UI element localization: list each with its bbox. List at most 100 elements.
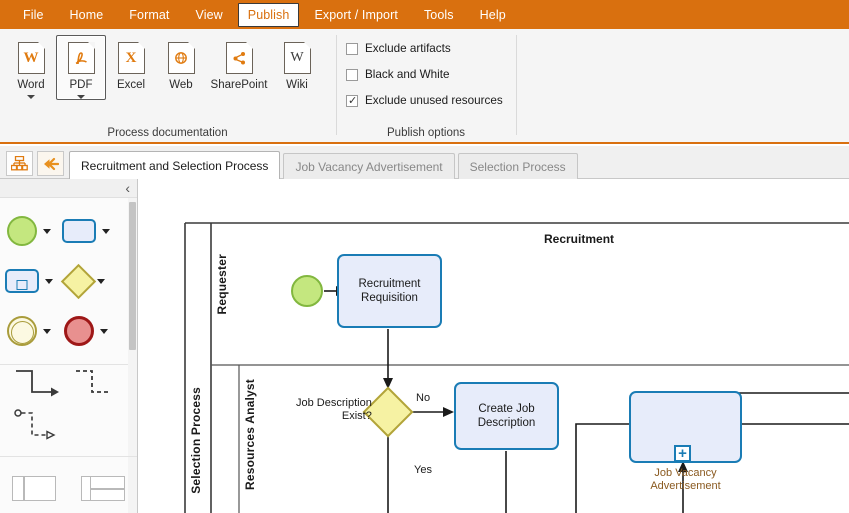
publish-wiki-label: Wiki — [286, 79, 308, 91]
message-flow-connector-icon — [14, 409, 56, 440]
palette-intermediate-event-shape[interactable] — [0, 306, 57, 356]
lane-label-requester: Requester — [215, 254, 229, 315]
palette-scrollbar[interactable] — [128, 198, 137, 513]
palette-section-connectors — [0, 365, 137, 457]
publish-wiki-button[interactable]: W Wiki — [272, 35, 322, 100]
pdf-document-icon — [67, 42, 95, 74]
publish-word-label: Word — [17, 79, 45, 91]
palette-start-event-shape[interactable] — [0, 206, 57, 256]
task-recruitment-requisition[interactable]: Recruitment Requisition — [337, 254, 442, 328]
word-dropdown-caret-icon[interactable] — [27, 95, 35, 99]
publish-excel-label: Excel — [116, 79, 146, 91]
palette-task-shape[interactable] — [57, 206, 114, 256]
palette-scrollbar-thumb[interactable] — [129, 202, 136, 350]
tab-recruitment-and-selection-process[interactable]: Recruitment and Selection Process — [69, 151, 281, 179]
task-recruitment-requisition-label: Recruitment Requisition — [358, 278, 421, 304]
subprocess-dropdown-caret-icon[interactable] — [44, 278, 53, 284]
lane-set-icon — [80, 475, 125, 501]
flow-label-yes: Yes — [414, 464, 432, 476]
checkbox-exclude-artifacts[interactable]: Exclude artifacts — [346, 42, 451, 55]
palette-section-shapes — [0, 198, 137, 365]
pdf-dropdown-caret-icon[interactable] — [77, 95, 85, 99]
checkbox-exclude-unused-resources[interactable]: Exclude unused resources — [346, 94, 503, 108]
task-create-job-description[interactable]: Create Job Description — [454, 382, 559, 450]
exclude-artifacts-checkbox-icon[interactable] — [346, 42, 358, 55]
back-navigation-button[interactable] — [37, 151, 64, 176]
intermediate-event-dropdown-caret-icon[interactable] — [42, 328, 51, 334]
end-event-dropdown-caret-icon[interactable] — [99, 328, 108, 334]
word-document-icon: W — [17, 42, 45, 74]
subprocess-job-vacancy-advertisement-label: Job Vacancy Advertisement — [650, 467, 721, 492]
subprocess-plus-glyph: + — [678, 445, 687, 462]
process-hierarchy-icon — [11, 156, 28, 171]
start-event-dropdown-caret-icon[interactable] — [42, 228, 51, 234]
menu-item-tools[interactable]: Tools — [411, 0, 467, 29]
palette-lane-set-shape[interactable] — [69, 465, 138, 511]
document-tab-bar: Recruitment and Selection Process Job Va… — [0, 146, 849, 179]
palette-association-flow[interactable] — [74, 369, 118, 410]
palette-sequence-flow[interactable] — [14, 369, 62, 410]
start-event-node[interactable] — [291, 275, 323, 307]
menu-item-view[interactable]: View — [182, 0, 235, 29]
wiki-document-icon: W — [283, 42, 311, 74]
checkbox-black-and-white[interactable]: Black and White — [346, 68, 449, 81]
lane-label-resources-analyst: Resources Analyst — [243, 379, 257, 491]
share-nodes-glyph-icon — [233, 51, 245, 64]
task-icon — [61, 219, 96, 243]
gateway-dropdown-caret-icon[interactable] — [97, 278, 105, 284]
subprocess-expand-plus-icon[interactable]: + — [674, 445, 691, 462]
palette-message-flow[interactable] — [14, 409, 66, 452]
process-hierarchy-button[interactable] — [6, 151, 33, 176]
exclude-artifacts-label: Exclude artifacts — [365, 42, 451, 55]
menu-item-help[interactable]: Help — [467, 0, 519, 29]
task-dropdown-caret-icon[interactable] — [101, 228, 110, 234]
menu-item-home[interactable]: Home — [57, 0, 117, 29]
exclude-unused-resources-checkbox-icon[interactable] — [346, 94, 358, 108]
diagram-canvas[interactable]: Recruitment Selection Process Requester … — [139, 179, 849, 513]
palette-shape-row-3 — [0, 306, 137, 356]
palette-gateway-shape[interactable] — [57, 256, 114, 306]
association-connector-icon — [76, 370, 108, 393]
start-event-icon — [6, 216, 37, 246]
back-arrow-icon — [43, 157, 59, 170]
ribbon-group-process-documentation: W Word PDF X Excel Web SharePoint W Wiki… — [0, 29, 335, 142]
publish-pdf-button[interactable]: PDF — [56, 35, 106, 100]
palette-subprocess-shape[interactable] — [0, 256, 57, 306]
palette-shape-row-1 — [0, 206, 137, 256]
menu-item-format[interactable]: Format — [116, 0, 182, 29]
globe-glyph-icon — [175, 52, 187, 64]
publish-pdf-label: PDF — [69, 79, 93, 91]
menu-item-file[interactable]: File — [10, 0, 57, 29]
tab-job-vacancy-advertisement[interactable]: Job Vacancy Advertisement — [283, 153, 455, 179]
collapse-palette-chevron-icon[interactable]: ‹ — [125, 181, 130, 195]
ribbon-toolbar: W Word PDF X Excel Web SharePoint W Wiki… — [0, 29, 849, 144]
tab-selection-process[interactable]: Selection Process — [457, 153, 578, 179]
pdf-glyph-icon — [75, 52, 87, 65]
flow-label-no: No — [416, 392, 431, 404]
palette-container-row — [0, 465, 137, 511]
menu-item-export-import[interactable]: Export / Import — [301, 0, 410, 29]
publish-options-group-label: Publish options — [387, 127, 465, 139]
application-window: File Home Format View Publish Export / I… — [0, 0, 849, 513]
pool-icon — [12, 475, 57, 501]
gateway-icon — [60, 263, 97, 299]
subprocess-icon — [4, 269, 39, 293]
publish-excel-button[interactable]: X Excel — [106, 35, 156, 100]
exclude-unused-resources-label: Exclude unused resources — [365, 94, 503, 107]
publish-web-button[interactable]: Web — [156, 35, 206, 100]
palette-end-event-shape[interactable] — [57, 306, 114, 356]
publish-sharepoint-label: SharePoint — [210, 79, 268, 91]
publish-word-button[interactable]: W Word — [6, 35, 56, 100]
intermediate-event-icon — [6, 316, 37, 346]
ribbon-group-separator-2 — [516, 35, 517, 135]
menu-item-publish[interactable]: Publish — [237, 3, 300, 27]
ribbon-group-publish-options: Exclude artifacts Black and White Exclud… — [337, 29, 515, 142]
publish-sharepoint-button[interactable]: SharePoint — [206, 35, 272, 100]
excel-document-icon: X — [117, 42, 145, 74]
publish-web-label: Web — [169, 79, 193, 91]
black-and-white-checkbox-icon[interactable] — [346, 68, 358, 81]
palette-shape-row-2 — [0, 256, 137, 306]
palette-pool-shape[interactable] — [0, 465, 69, 511]
end-event-icon — [63, 316, 94, 346]
web-document-icon — [167, 42, 195, 74]
